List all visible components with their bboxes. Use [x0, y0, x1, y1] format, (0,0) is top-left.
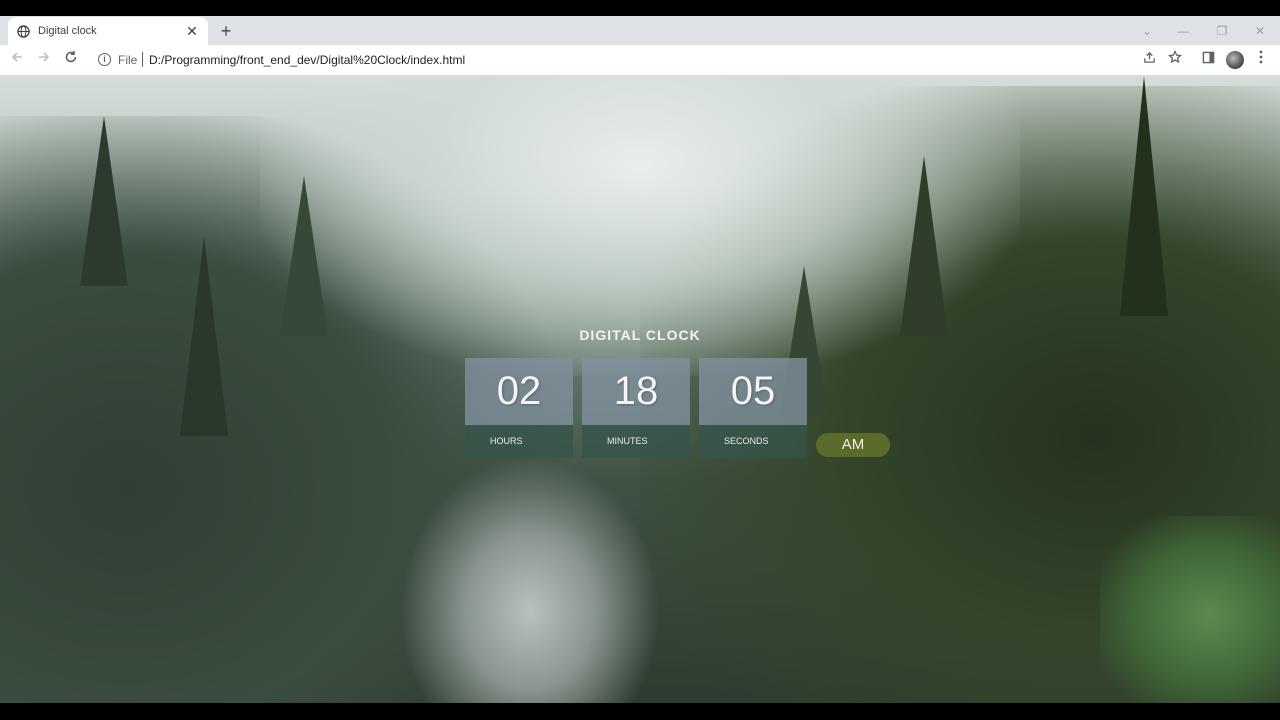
minutes-panel: 18 MINUTES: [582, 358, 690, 458]
window-close-button[interactable]: ✕: [1247, 20, 1273, 42]
new-tab-button[interactable]: +: [216, 20, 236, 42]
pine-tree: [80, 116, 128, 286]
pine-tree: [900, 156, 948, 336]
reload-icon[interactable]: [60, 49, 82, 71]
hours-value: 02: [465, 358, 573, 425]
info-icon[interactable]: i: [98, 53, 111, 66]
tab-strip: Digital clock ✕ + ⌄ — ❐ ✕: [0, 16, 1280, 45]
back-arrow-icon[interactable]: [6, 49, 28, 71]
minutes-label: MINUTES: [582, 425, 690, 458]
profile-avatar[interactable]: [1226, 51, 1244, 69]
minutes-value: 18: [582, 358, 690, 425]
hours-label: HOURS: [465, 425, 573, 458]
bush: [1100, 516, 1280, 703]
seconds-value: 05: [699, 358, 807, 425]
pine-tree: [180, 236, 228, 436]
minimize-button[interactable]: —: [1170, 20, 1196, 42]
tab-title: Digital clock: [38, 25, 97, 37]
tab-digital-clock[interactable]: Digital clock ✕: [8, 17, 208, 45]
hours-panel: 02 HOURS: [465, 358, 573, 458]
period-badge: AM: [816, 433, 890, 457]
url-scheme: File: [118, 53, 138, 67]
address-bar[interactable]: i File D:/Programming/front_end_dev/Digi…: [90, 48, 1190, 73]
globe-icon: [16, 24, 30, 38]
side-panel-icon[interactable]: [1197, 49, 1219, 71]
seconds-label: SECONDS: [699, 425, 807, 458]
pine-tree: [1120, 76, 1168, 316]
forward-arrow-icon[interactable]: [33, 49, 55, 71]
pine-tree: [280, 176, 328, 336]
clock-title: DIGITAL CLOCK: [579, 327, 701, 343]
share-icon[interactable]: [1138, 49, 1160, 71]
restore-button[interactable]: ❐: [1209, 20, 1235, 42]
seconds-panel: 05 SECONDS: [699, 358, 807, 458]
menu-kebab-icon[interactable]: [1250, 49, 1272, 71]
tab-close-icon[interactable]: ✕: [184, 23, 200, 39]
bookmark-star-icon[interactable]: [1164, 49, 1186, 71]
browser-toolbar: i File D:/Programming/front_end_dev/Digi…: [0, 45, 1280, 76]
url-separator: [142, 52, 143, 67]
tab-search-icon[interactable]: ⌄: [1134, 20, 1160, 42]
screen-bottom-border: [0, 703, 1280, 720]
url-text[interactable]: D:/Programming/front_end_dev/Digital%20C…: [149, 53, 465, 67]
river: [400, 456, 660, 703]
screen-top-border: [0, 0, 1280, 16]
